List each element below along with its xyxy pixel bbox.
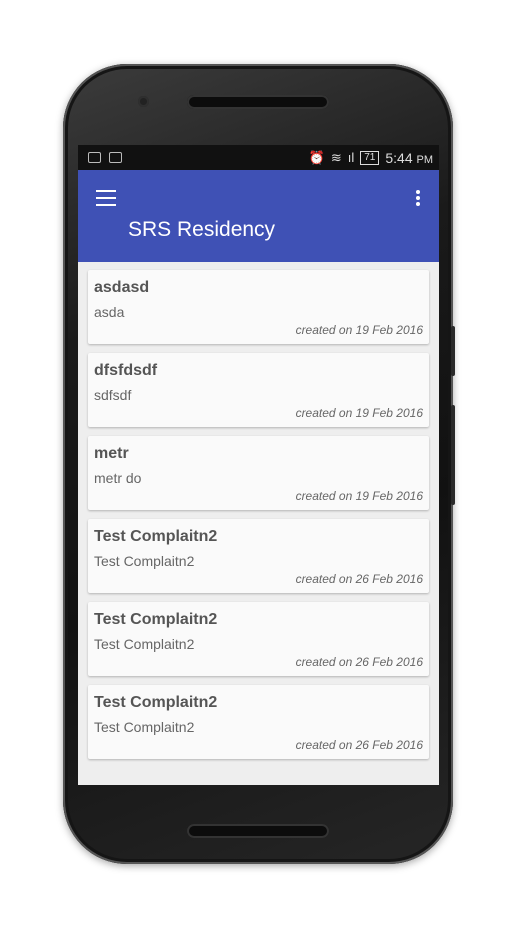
complaint-title: dfsfdsdf [94, 362, 158, 379]
battery-icon: 71 [360, 150, 380, 165]
signal-icon: ıl [347, 150, 355, 165]
complaint-card[interactable]: metr metr do created on 19 Feb 2016 [88, 436, 429, 510]
status-time: 5:44 PM [385, 149, 433, 166]
complaint-description: Test Complaitn2 [94, 553, 195, 569]
earpiece-speaker [187, 95, 329, 109]
complaint-title: metr [94, 445, 129, 462]
device-stage: ⏰ ≋ ıl 71 5:44 PM SRS Residency asdasd a… [0, 0, 519, 926]
complaint-date: created on 19 Feb 2016 [295, 489, 423, 503]
overflow-menu-icon[interactable] [416, 190, 420, 206]
app-bar: SRS Residency [78, 170, 439, 262]
complaint-card[interactable]: Test Complaitn2 Test Complaitn2 created … [88, 685, 429, 759]
image-notification-icon [88, 152, 101, 163]
complaint-description: asda [94, 304, 125, 320]
front-camera [138, 96, 149, 107]
complaint-card[interactable]: dfsfdsdf sdfsdf created on 19 Feb 2016 [88, 353, 429, 427]
complaint-date: created on 26 Feb 2016 [295, 572, 423, 586]
hamburger-menu-icon[interactable] [96, 190, 116, 206]
message-notification-icon [109, 152, 122, 163]
complaint-title: Test Complaitn2 [94, 611, 218, 628]
complaint-description: Test Complaitn2 [94, 719, 195, 735]
complaint-title: Test Complaitn2 [94, 694, 218, 711]
page-title: SRS Residency [128, 218, 276, 241]
wifi-icon: ≋ [330, 149, 342, 165]
complaint-title: Test Complaitn2 [94, 528, 218, 545]
complaint-description: Test Complaitn2 [94, 636, 195, 652]
bottom-speaker [187, 824, 329, 838]
alarm-icon: ⏰ [308, 149, 325, 165]
volume-button [451, 405, 455, 505]
complaint-date: created on 26 Feb 2016 [295, 655, 423, 669]
complaint-date: created on 19 Feb 2016 [295, 323, 423, 337]
complaint-card[interactable]: Test Complaitn2 Test Complaitn2 created … [88, 602, 429, 676]
complaint-date: created on 19 Feb 2016 [295, 406, 423, 420]
complaint-card[interactable]: asdasd asda created on 19 Feb 2016 [88, 270, 429, 344]
complaint-description: metr do [94, 470, 142, 486]
complaint-title: asdasd [94, 279, 150, 296]
power-button [451, 326, 455, 376]
complaint-list: asdasd asda created on 19 Feb 2016 dfsfd… [78, 262, 439, 759]
complaint-description: sdfsdf [94, 387, 132, 403]
complaint-date: created on 26 Feb 2016 [295, 738, 423, 752]
screen: ⏰ ≋ ıl 71 5:44 PM SRS Residency asdasd a… [78, 145, 439, 785]
status-bar: ⏰ ≋ ıl 71 5:44 PM [78, 145, 439, 170]
complaint-card[interactable]: Test Complaitn2 Test Complaitn2 created … [88, 519, 429, 593]
